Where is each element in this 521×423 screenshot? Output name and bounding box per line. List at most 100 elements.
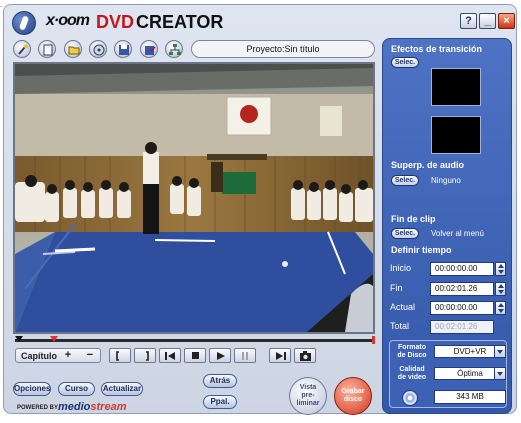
- back-button[interactable]: Atrás: [203, 374, 237, 388]
- start-time-field[interactable]: 00:00:00.00: [430, 262, 494, 276]
- rewind-icon: [165, 352, 175, 360]
- transition-out-thumbnail[interactable]: [431, 116, 481, 154]
- wizard-button[interactable]: [13, 40, 31, 58]
- end-time-spinner[interactable]: [495, 282, 506, 296]
- pause-icon: [242, 352, 248, 360]
- preview-label: Vista pre- liminar: [297, 384, 320, 408]
- disc-format-label: Formato de Disco: [392, 344, 432, 360]
- audio-overlay-heading: Superp. de audio: [391, 160, 465, 170]
- clip-end-value: Volver al menú: [431, 229, 484, 238]
- settings-panel: Efectos de transición Selec. Superp. de …: [382, 38, 512, 414]
- video-quality-label: Calidad de video: [392, 366, 432, 382]
- video-frame-image: [15, 64, 373, 332]
- transitions-heading: Efectos de transición: [391, 44, 483, 54]
- transition-in-thumbnail[interactable]: [431, 68, 481, 106]
- clip-end-heading: Fin de clip: [391, 214, 436, 224]
- video-quality-select[interactable]: Óptima: [434, 367, 506, 380]
- open-folder-icon: [68, 46, 80, 55]
- stop-button[interactable]: [184, 348, 206, 363]
- chapter-label: Capítulo: [21, 351, 57, 361]
- current-time-label: Actual: [390, 302, 416, 312]
- current-time-spinner[interactable]: [495, 301, 506, 315]
- mark-in-button[interactable]: [109, 348, 131, 363]
- close-button[interactable]: ×: [498, 13, 515, 29]
- define-time-heading: Definir tiempo: [391, 245, 452, 255]
- play-icon: [217, 352, 225, 360]
- rewind-button[interactable]: [159, 348, 181, 363]
- app-logo-icon: [12, 11, 36, 35]
- preview-label-line: pre-: [301, 392, 315, 399]
- new-project-icon: [43, 44, 53, 56]
- help-button[interactable]: ?: [460, 13, 477, 29]
- mediostream-stream: stream: [90, 401, 127, 413]
- timeline-track: [15, 339, 375, 342]
- save-icon: [119, 45, 129, 55]
- clip-end-select-button[interactable]: Selec.: [391, 228, 419, 239]
- disc-size-value: 343 MB: [434, 390, 506, 404]
- disc-drive-icon: [93, 44, 105, 56]
- timeline[interactable]: [15, 336, 375, 344]
- burn-disc-button[interactable]: Grabar disco: [334, 377, 372, 415]
- wizard-icon: [18, 44, 28, 55]
- disc-settings-box: Formato de Disco DVD+VR Calidad de video…: [389, 340, 507, 408]
- brand-xoom: x·oom: [46, 12, 90, 29]
- burn-label-line: Grabar: [341, 388, 365, 395]
- save-as-button[interactable]: [140, 40, 158, 58]
- preview-label-line: liminar: [296, 400, 320, 407]
- timeline-end-marker[interactable]: [372, 336, 375, 344]
- chapter-control: Capítulo + −: [15, 348, 101, 363]
- brand-dvd: DVD: [96, 12, 135, 32]
- snapshot-button[interactable]: [294, 348, 316, 363]
- disc-format-value: DVD+VR: [453, 347, 487, 356]
- save-as-icon: [145, 46, 156, 55]
- burn-label: Grabar disco: [342, 388, 365, 404]
- transition-select-button[interactable]: Selec.: [391, 57, 419, 68]
- save-button[interactable]: [114, 40, 132, 58]
- chevron-down-icon[interactable]: [494, 368, 505, 379]
- mediostream-medio: medio: [58, 401, 91, 413]
- chevron-down-icon[interactable]: [494, 346, 505, 357]
- minimize-button[interactable]: _: [479, 13, 496, 29]
- timeline-playhead[interactable]: [50, 336, 58, 342]
- pause-button[interactable]: [234, 348, 256, 363]
- options-button[interactable]: Opciones: [13, 382, 51, 396]
- burn-label-line: disco: [343, 396, 363, 403]
- end-time-field[interactable]: 00:02:01.26: [430, 282, 494, 296]
- powered-by-label: POWERED BY: [17, 405, 59, 411]
- remove-chapter-button[interactable]: −: [82, 349, 98, 362]
- add-chapter-button[interactable]: +: [60, 349, 76, 362]
- current-time-field[interactable]: 00:00:00.00: [430, 301, 494, 315]
- stop-icon: [192, 352, 199, 359]
- mark-in-icon: [116, 351, 119, 361]
- audio-select-button[interactable]: Selec.: [391, 175, 419, 186]
- video-preview: [13, 62, 375, 334]
- tutorial-button[interactable]: Curso: [58, 382, 95, 396]
- app-window: x·oom DVD CREATOR ? _ × Proyecto:Sin tít…: [3, 4, 517, 415]
- start-time-spinner[interactable]: [495, 262, 506, 276]
- mark-out-button[interactable]: [134, 348, 156, 363]
- update-button[interactable]: Actualizar: [101, 382, 143, 396]
- timeline-start-marker[interactable]: [15, 336, 23, 342]
- end-time-label: Fin: [390, 283, 403, 293]
- start-time-label: Inicio: [390, 263, 412, 273]
- project-title: Proyecto:Sin título: [191, 40, 375, 58]
- video-quality-value: Óptima: [457, 369, 483, 378]
- disc-icon: [402, 390, 418, 406]
- audio-overlay-value: Ninguno: [431, 176, 461, 185]
- main-menu-button[interactable]: Ppal.: [203, 395, 237, 409]
- mediostream-logo: mediostream: [58, 401, 126, 413]
- snapshot-icon: [300, 351, 311, 361]
- network-button[interactable]: [165, 40, 183, 58]
- open-project-button[interactable]: [64, 40, 82, 58]
- disc-format-label-line: de Disco: [397, 352, 427, 359]
- preview-button[interactable]: Vista pre- liminar: [289, 377, 327, 415]
- disc-format-select[interactable]: DVD+VR: [434, 345, 506, 358]
- new-project-button[interactable]: [38, 40, 56, 58]
- play-button[interactable]: [209, 348, 231, 363]
- total-time-field: 00:02:01.26: [430, 320, 494, 334]
- disc-drive-button[interactable]: [89, 40, 107, 58]
- step-forward-button[interactable]: [269, 348, 291, 363]
- brand-creator: CREATOR: [136, 12, 224, 32]
- network-icon: [169, 44, 181, 55]
- disc-format-label-line: Formato: [398, 344, 426, 351]
